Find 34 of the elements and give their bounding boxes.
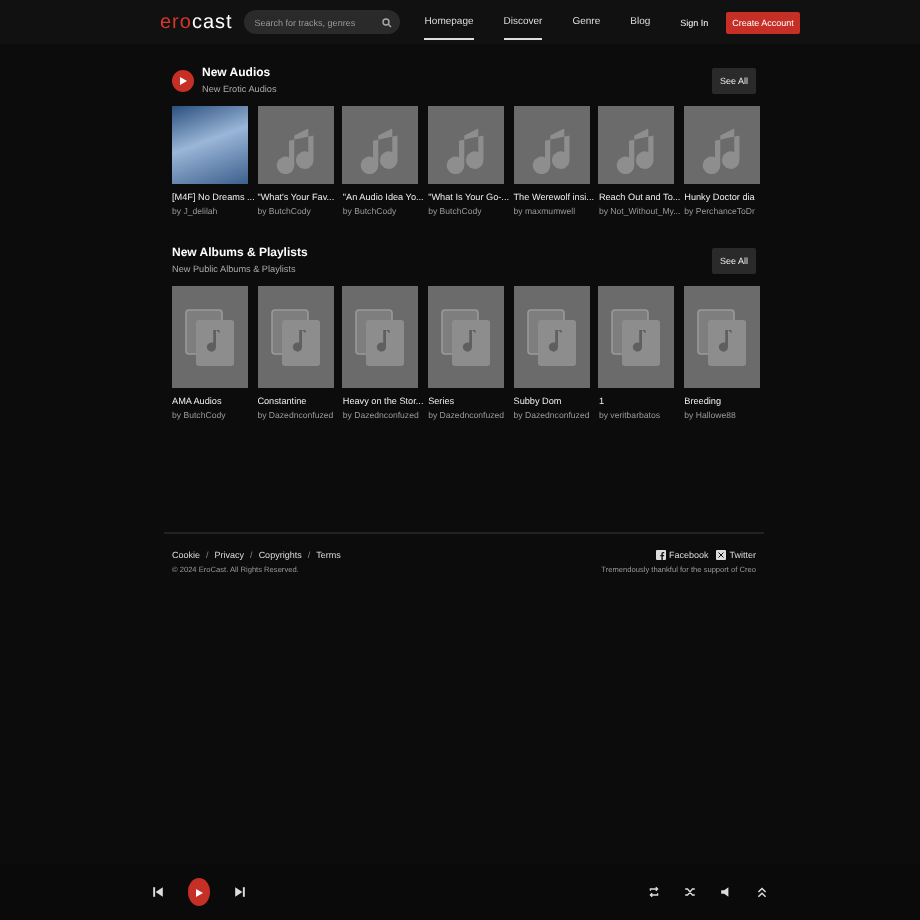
- facebook-icon: [655, 550, 666, 560]
- cover-placeholder[interactable]: [257, 106, 334, 184]
- cover-placeholder[interactable]: [172, 286, 248, 388]
- play-icon: [194, 887, 204, 897]
- album-stack-icon: [440, 307, 493, 367]
- cover-placeholder[interactable]: [684, 106, 761, 184]
- volume-icon[interactable]: [720, 886, 732, 898]
- cover-placeholder[interactable]: [257, 286, 334, 388]
- previous-icon[interactable]: [152, 886, 164, 898]
- album-stack-icon: [525, 307, 578, 367]
- x-icon: [716, 550, 727, 560]
- cover-placeholder[interactable]: [342, 286, 419, 388]
- play-button[interactable]: [188, 878, 210, 906]
- play-icon: [172, 69, 194, 91]
- cover-placeholder[interactable]: [598, 106, 675, 184]
- next-icon[interactable]: [234, 886, 246, 898]
- cover-placeholder[interactable]: [513, 286, 590, 388]
- album-stack-icon: [354, 307, 407, 367]
- album-stack-icon: [269, 307, 322, 367]
- search-icon: [382, 17, 393, 27]
- album-stack-icon: [610, 307, 663, 367]
- cover-placeholder[interactable]: [513, 106, 590, 184]
- cover-placeholder[interactable]: [428, 286, 505, 388]
- album-stack-icon: [184, 307, 236, 367]
- repeat-icon[interactable]: [648, 886, 660, 898]
- site-logo[interactable]: erocast: [160, 11, 233, 33]
- expand-icon[interactable]: [756, 886, 768, 898]
- cover-placeholder[interactable]: [428, 106, 505, 184]
- shuffle-icon[interactable]: [684, 886, 696, 898]
- album-stack-icon: [696, 307, 749, 367]
- cover-placeholder[interactable]: [598, 286, 675, 388]
- photo-placeholder[interactable]: [172, 106, 248, 184]
- cover-placeholder[interactable]: [342, 106, 419, 184]
- cover-placeholder[interactable]: [684, 286, 761, 388]
